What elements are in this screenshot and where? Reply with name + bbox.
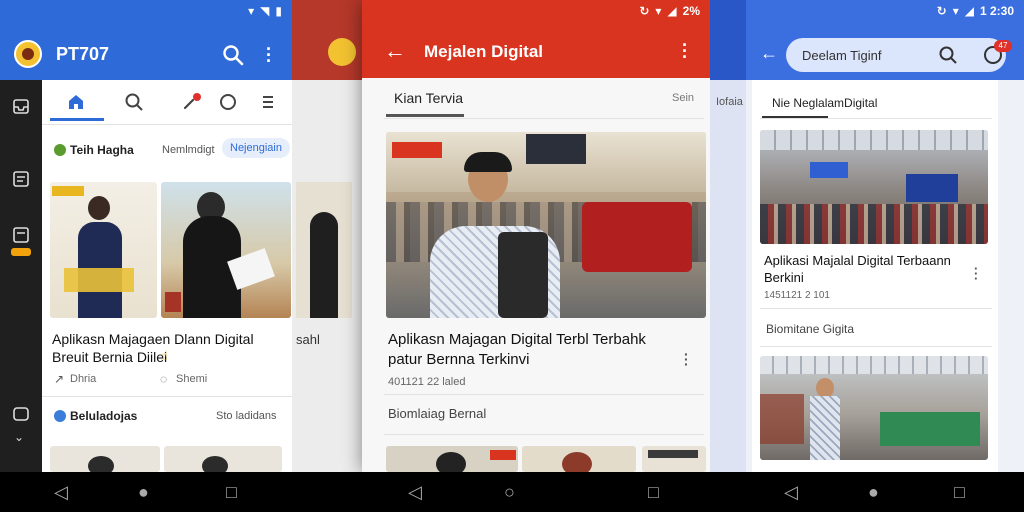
signal-icon: ▾ [248, 4, 255, 18]
status-time: 1 2:30 [979, 4, 1014, 18]
filter-chip[interactable]: Nejengiain [222, 138, 290, 158]
back-icon[interactable]: ← [760, 44, 778, 62]
card-image-market[interactable] [760, 130, 988, 244]
nav-recents-icon-3[interactable]: □ [954, 482, 965, 502]
nav-home-icon-3[interactable]: ● [868, 482, 879, 502]
app-title: PT707 [56, 44, 110, 64]
hand-icon: ☝ [160, 348, 168, 363]
section-icon [54, 144, 66, 156]
card-title[interactable]: Aplikasn Majagaen Dlann Digital Breuit B… [52, 330, 288, 366]
card-overflow-icon[interactable]: · · · [974, 262, 978, 285]
card-thumbnail-2[interactable] [161, 182, 291, 318]
notification-badge: 47 [994, 40, 1012, 52]
card-thumbnail-1[interactable] [50, 182, 157, 318]
nav-back-icon[interactable]: ◁ [54, 482, 68, 502]
next-section-link[interactable]: Sto ladidans [216, 410, 277, 422]
news-icon[interactable] [12, 226, 30, 244]
card-image-hall[interactable] [760, 356, 988, 460]
status-bar-right: ↻ ▾ ◢ 1 2:30 [746, 0, 1024, 22]
card-thumbnail-4[interactable] [164, 446, 282, 472]
wifi-icon: ◥ [260, 4, 270, 18]
card-thumbnail-5[interactable] [386, 446, 518, 472]
right-phone-screen: ↻ ▾ ◢ 1 2:30 ← Deelam Tiginf 47 Nie Negl… [746, 0, 1024, 472]
next-section-title: Beluladojas [70, 409, 138, 423]
share-icon[interactable]: ↗ [54, 372, 64, 386]
background-thumbnail [296, 182, 352, 318]
background-card-strip-2: Iofaia Lait [710, 0, 750, 472]
search-icon[interactable] [222, 44, 244, 66]
system-navigation-bar: ◁ ● □ ◁ ○ □ ◁ ● □ [0, 472, 1024, 512]
signal-icon: ◢ [964, 4, 974, 18]
next-section-label: Biomitane Gigita [766, 322, 855, 336]
status-bar-middle: ↻ ▾ ◢ 2% [362, 0, 710, 22]
middle-phone-screen: ↻ ▾ ◢ 2% ← Mejalen Digital · · · Kian Terv… [362, 0, 710, 472]
tab-label[interactable]: Nie NeglalamDigital [772, 96, 877, 110]
app-title: Mejalen Digital [424, 42, 544, 61]
card-meta: 1451121 2 101 [764, 290, 830, 301]
status-bar: ▾ ◥ ▮ [0, 0, 292, 22]
tab-indicator [386, 114, 464, 117]
share-label[interactable]: Dhria [70, 373, 96, 385]
status-time: 2% [682, 4, 700, 18]
chevron-down-icon[interactable]: ⌄ [14, 430, 24, 444]
sync-icon: ↻ [936, 4, 947, 18]
nav-home-icon[interactable]: ● [138, 482, 149, 502]
tab-home-indicator [50, 118, 104, 121]
tab-menu[interactable] [244, 78, 292, 126]
nav-recents-icon-2[interactable]: □ [648, 482, 659, 502]
card-image-main[interactable] [386, 132, 706, 318]
tab-search[interactable] [106, 78, 162, 126]
inbox-icon[interactable] [12, 98, 30, 116]
battery-icon: ▮ [275, 4, 282, 18]
section-title: Teih Hagha [70, 143, 134, 157]
section-icon-2 [54, 410, 66, 422]
nav-back-icon-2[interactable]: ◁ [408, 482, 422, 502]
card-title[interactable]: Aplikasn Majagan Digital Terbl Terbahk p… [388, 330, 678, 370]
card-thumbnail-7[interactable] [642, 446, 706, 472]
wifi-icon: ▾ [952, 4, 959, 18]
back-icon[interactable]: ← [384, 40, 406, 62]
left-phone-screen: ▾ ◥ ▮ PT707 · · · ⌄ Teih Hagha Nemlmdigt… [0, 0, 292, 472]
next-section-label: Biomlaiag Bernal [388, 406, 487, 421]
avatar[interactable] [14, 40, 42, 68]
signal-icon: ◢ [667, 4, 677, 18]
tab-sein[interactable]: Sein [672, 92, 694, 104]
tab-kian-tervia[interactable]: Kian Tervia [394, 90, 463, 106]
background-avatar [328, 38, 356, 66]
rail-badge [11, 248, 31, 256]
card-overflow-icon[interactable]: · · · [684, 347, 689, 371]
sync-icon: ↻ [639, 4, 650, 18]
comment-icon[interactable]: ◌ [160, 372, 167, 386]
card-meta: 401121 22 laled [388, 376, 466, 388]
nav-recents-icon[interactable]: □ [226, 482, 237, 502]
card-thumbnail-6[interactable] [522, 446, 636, 472]
nav-back-icon-3[interactable]: ◁ [784, 482, 798, 502]
comment-label[interactable]: Shemi [176, 373, 207, 385]
search-icon[interactable] [938, 45, 958, 65]
filter-label[interactable]: Nemlmdigt [162, 144, 215, 156]
overflow-menu-icon[interactable]: · · · [682, 36, 688, 66]
background-card-strip: sahl [292, 0, 362, 472]
background-label-bottom: sahl [296, 332, 320, 347]
wifi-icon: ▾ [655, 4, 662, 18]
card-title[interactable]: Aplikasi Majalal Digital Terbaann Berkin… [764, 252, 964, 286]
card-thumbnail-3[interactable] [50, 446, 160, 472]
overflow-menu-icon[interactable]: · · · [266, 40, 272, 70]
search-input[interactable]: Deelam Tiginf [802, 48, 881, 63]
nav-home-icon-2[interactable]: ○ [504, 482, 515, 502]
article-icon[interactable] [12, 170, 30, 188]
chat-icon[interactable] [12, 406, 30, 424]
background-label-top: Iofaia Lait [716, 96, 750, 108]
